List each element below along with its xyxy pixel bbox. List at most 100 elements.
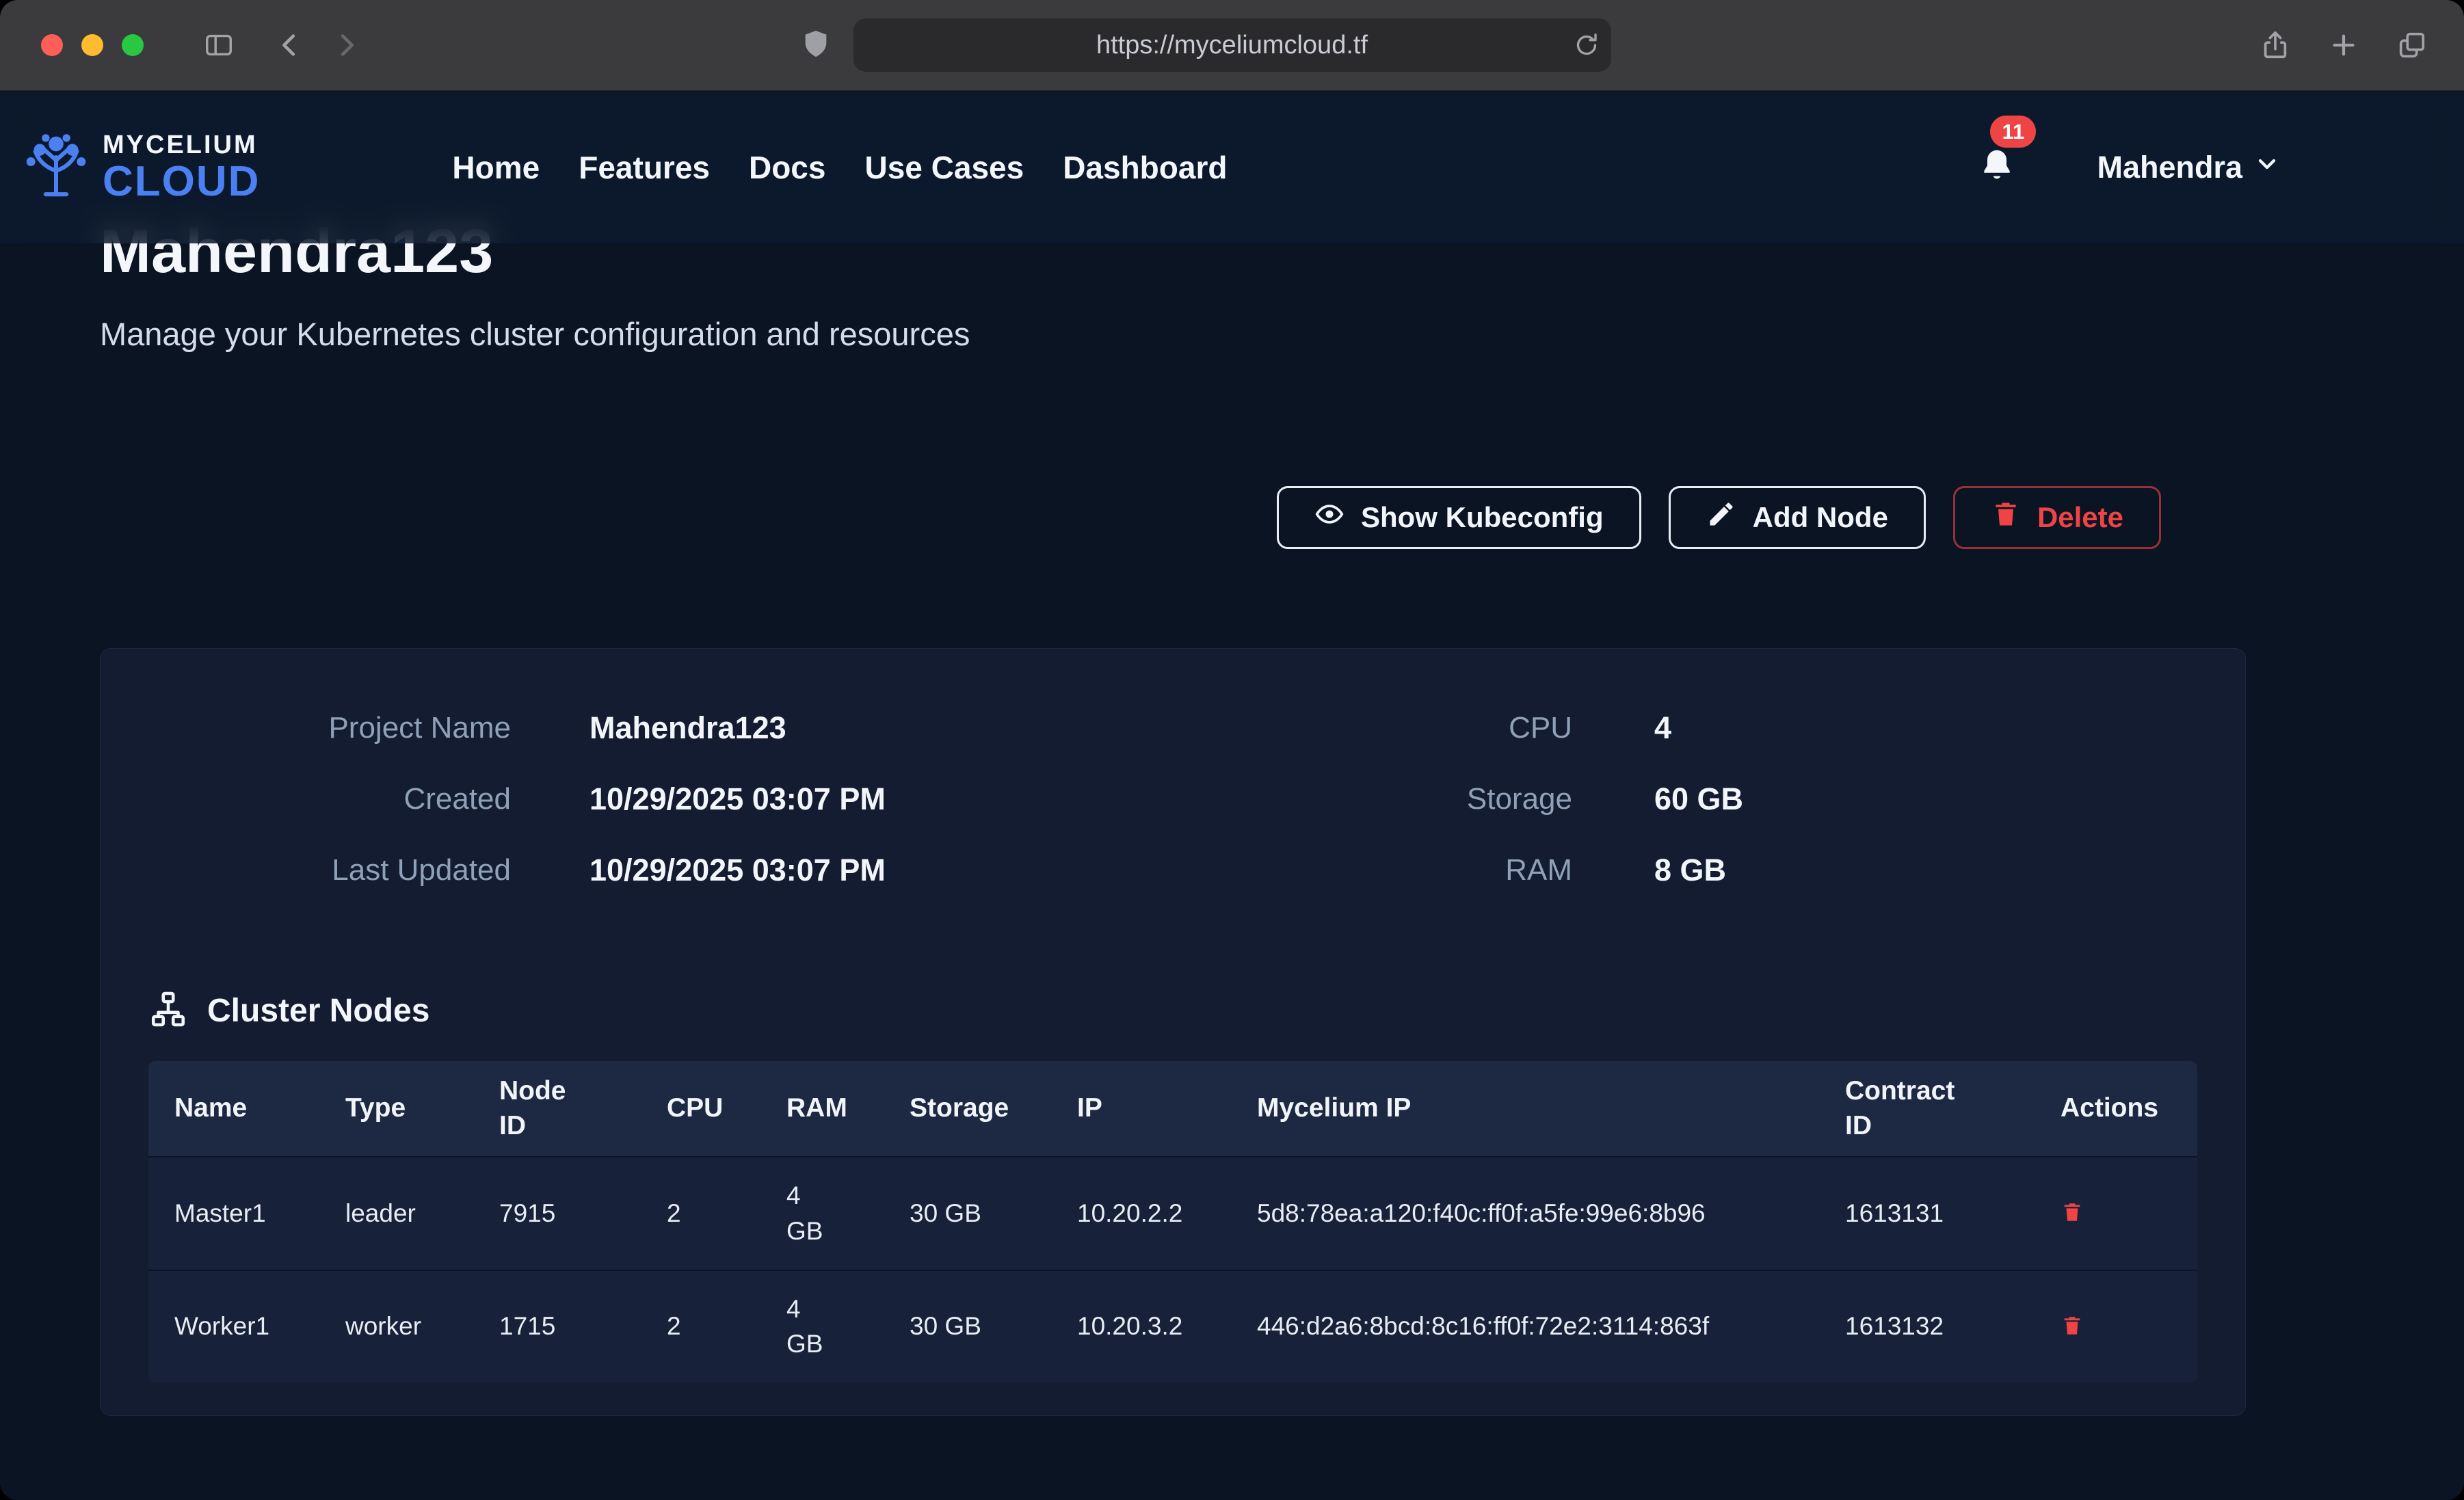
- ram-label: RAM: [1173, 853, 1572, 887]
- column-header-name: Name: [148, 1061, 319, 1157]
- address-bar[interactable]: https://myceliumcloud.tf: [853, 18, 1611, 72]
- webpage: Mahendra123 Manage your Kubernetes clust…: [0, 91, 2464, 1500]
- mycelium-logo-icon: [19, 131, 93, 204]
- info-row: Project Name Mahendra123: [148, 693, 1173, 764]
- cell-name: Master1: [148, 1157, 319, 1270]
- cpu-value: 4: [1654, 710, 2197, 746]
- info-row: Storage 60 GB: [1173, 764, 2197, 835]
- page-subtitle: Manage your Kubernetes cluster configura…: [100, 315, 2246, 353]
- toolbar-right-group: [2256, 26, 2431, 64]
- delete-node-button[interactable]: [2061, 1201, 2084, 1226]
- cell-contract-id: 1613131: [1819, 1157, 2035, 1270]
- nav-link-features[interactable]: Features: [579, 149, 710, 186]
- share-icon[interactable]: [2256, 26, 2294, 64]
- bell-icon: [1978, 177, 2016, 187]
- column-header-storage: Storage: [884, 1061, 1051, 1157]
- column-header-type: Type: [319, 1061, 473, 1157]
- table-header-row: Name Type Node ID CPU RAM Storage IP Myc…: [148, 1061, 2197, 1157]
- last-updated-value: 10/29/2025 03:07 PM: [589, 853, 1173, 888]
- cell-storage: 30 GB: [884, 1157, 1051, 1270]
- sidebar-toggle-icon[interactable]: [200, 26, 238, 64]
- browser-window: https://myceliumcloud.tf Mahendra123 Man…: [0, 0, 2464, 1500]
- cluster-info-left-column: Project Name Mahendra123 Created 10/29/2…: [148, 693, 1173, 906]
- cell-mycelium-ip: 5d8:78ea:a120:f40c:ff0f:a5fe:99e6:8b96: [1231, 1157, 1819, 1270]
- back-icon[interactable]: [271, 26, 309, 64]
- storage-label: Storage: [1173, 782, 1572, 816]
- cell-ram: 4 GB: [760, 1270, 884, 1383]
- brand-name-bottom: CLOUD: [103, 161, 260, 203]
- close-window-button[interactable]: [41, 34, 63, 56]
- brand-logo[interactable]: MYCELIUM CLOUD: [19, 131, 260, 204]
- cell-mycelium-ip: 446:d2a6:8bcd:8c16:ff0f:72e2:3114:863f: [1231, 1270, 1819, 1383]
- info-row: CPU 4: [1173, 693, 2197, 764]
- nav-link-home[interactable]: Home: [452, 149, 540, 186]
- cell-type: leader: [319, 1157, 473, 1270]
- eye-icon: [1314, 499, 1344, 536]
- cell-type: worker: [319, 1270, 473, 1383]
- cell-actions: [2035, 1270, 2197, 1383]
- cluster-nodes-heading: Cluster Nodes: [148, 989, 2197, 1032]
- zoom-window-button[interactable]: [122, 34, 144, 56]
- cluster-actions-row: Show Kubeconfig Add Node Delete: [100, 486, 2246, 549]
- user-name: Mahendra: [2097, 150, 2242, 185]
- site-navbar: MYCELIUM CLOUD Home Features Docs Use Ca…: [0, 91, 2464, 243]
- traffic-lights: [41, 34, 144, 56]
- cell-storage: 30 GB: [884, 1270, 1051, 1383]
- cluster-nodes-title: Cluster Nodes: [207, 992, 429, 1030]
- tab-overview-icon[interactable]: [2393, 26, 2431, 64]
- delete-label: Delete: [2037, 501, 2123, 534]
- column-header-ram: RAM: [760, 1061, 884, 1157]
- add-node-button[interactable]: Add Node: [1669, 486, 1926, 549]
- notification-count-badge: 11: [1990, 116, 2036, 148]
- cluster-hierarchy-icon: [148, 989, 188, 1032]
- project-name-label: Project Name: [148, 711, 511, 745]
- privacy-shield-icon[interactable]: [800, 28, 832, 63]
- cpu-label: CPU: [1173, 711, 1572, 745]
- new-tab-icon[interactable]: [2324, 26, 2363, 64]
- brand-name-top: MYCELIUM: [103, 132, 260, 158]
- storage-value: 60 GB: [1654, 781, 2197, 817]
- browser-toolbar: https://myceliumcloud.tf: [0, 0, 2464, 91]
- table-row: Worker1 worker 1715 2 4 GB 30 GB 10.20.3…: [148, 1270, 2197, 1383]
- column-header-node-id: Node ID: [473, 1061, 641, 1157]
- show-kubeconfig-button[interactable]: Show Kubeconfig: [1277, 486, 1641, 549]
- table-row: Master1 leader 7915 2 4 GB 30 GB 10.20.2…: [148, 1157, 2197, 1270]
- user-menu[interactable]: Mahendra: [2097, 150, 2281, 185]
- trash-icon: [1991, 499, 2021, 536]
- column-header-cpu: CPU: [641, 1061, 760, 1157]
- cell-cpu: 2: [641, 1157, 760, 1270]
- notifications-button[interactable]: 11: [1978, 147, 2016, 187]
- cell-node-id: 1715: [473, 1270, 641, 1383]
- created-value: 10/29/2025 03:07 PM: [589, 781, 1173, 817]
- brand-text: MYCELIUM CLOUD: [103, 132, 260, 203]
- delete-cluster-button[interactable]: Delete: [1953, 486, 2161, 549]
- ram-value: 8 GB: [1654, 853, 2197, 888]
- cell-cpu: 2: [641, 1270, 760, 1383]
- reload-icon[interactable]: [1573, 31, 1600, 59]
- delete-node-button[interactable]: [2061, 1314, 2084, 1339]
- column-header-ip: IP: [1051, 1061, 1231, 1157]
- info-row: RAM 8 GB: [1173, 835, 2197, 906]
- project-name-value: Mahendra123: [589, 710, 1173, 746]
- info-row: Last Updated 10/29/2025 03:07 PM: [148, 835, 1173, 906]
- created-label: Created: [148, 782, 511, 816]
- minimize-window-button[interactable]: [81, 34, 103, 56]
- chevron-down-icon: [2253, 150, 2281, 185]
- forward-icon[interactable]: [327, 26, 365, 64]
- nav-links: Home Features Docs Use Cases Dashboard: [452, 149, 1227, 186]
- main-content: Mahendra123 Manage your Kubernetes clust…: [0, 91, 2246, 1416]
- last-updated-label: Last Updated: [148, 853, 511, 887]
- cell-ip: 10.20.2.2: [1051, 1157, 1231, 1270]
- cell-ip: 10.20.3.2: [1051, 1270, 1231, 1383]
- nav-link-use-cases[interactable]: Use Cases: [864, 149, 1024, 186]
- info-row: Created 10/29/2025 03:07 PM: [148, 764, 1173, 835]
- trash-icon: [2061, 1314, 2084, 1339]
- add-node-label: Add Node: [1753, 501, 1888, 534]
- nav-link-docs[interactable]: Docs: [749, 149, 825, 186]
- cell-ram: 4 GB: [760, 1157, 884, 1270]
- url-text: https://myceliumcloud.tf: [1096, 31, 1368, 60]
- column-header-mycelium-ip: Mycelium IP: [1231, 1061, 1819, 1157]
- nav-link-dashboard[interactable]: Dashboard: [1063, 149, 1227, 186]
- cell-contract-id: 1613132: [1819, 1270, 2035, 1383]
- cluster-info-right-column: CPU 4 Storage 60 GB RAM 8 GB: [1173, 693, 2197, 906]
